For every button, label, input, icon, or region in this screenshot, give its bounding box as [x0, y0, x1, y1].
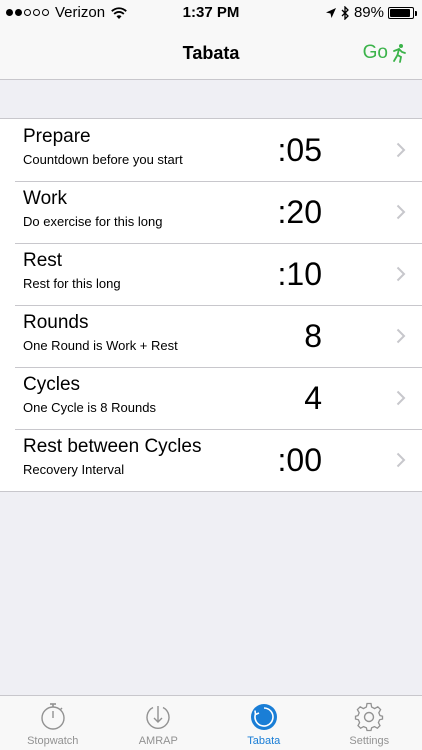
setting-subtitle: Recovery Interval: [23, 462, 125, 477]
tab-label: Tabata: [247, 735, 281, 747]
status-bar: Verizon 1:37 PM 89%: [0, 0, 422, 24]
setting-subtitle: Rest for this long: [23, 276, 121, 291]
setting-subtitle: One Cycle is 8 Rounds: [23, 400, 156, 415]
chevron-right-icon: [396, 204, 406, 220]
go-button-label: Go: [362, 42, 388, 63]
setting-title: Rest between Cycles: [23, 436, 202, 457]
chevron-right-icon: [396, 452, 406, 468]
chevron-right-icon: [396, 142, 406, 158]
tab-label: Stopwatch: [27, 735, 79, 747]
setting-row-cycles[interactable]: Cycles One Cycle is 8 Rounds 4: [0, 367, 422, 429]
setting-row-rest[interactable]: Rest Rest for this long :10: [0, 243, 422, 305]
tab-stopwatch[interactable]: Stopwatch: [0, 696, 106, 750]
tabata-icon: [250, 704, 277, 730]
setting-value: :00: [277, 442, 322, 478]
setting-subtitle: One Round is Work + Rest: [23, 338, 178, 353]
tab-settings[interactable]: Settings: [317, 696, 422, 750]
setting-title: Work: [23, 188, 67, 209]
setting-title: Cycles: [23, 374, 81, 395]
setting-row-prepare[interactable]: Prepare Countdown before you start :05: [0, 119, 422, 181]
setting-value: :20: [277, 194, 322, 230]
setting-row-work[interactable]: Work Do exercise for this long :20: [0, 181, 422, 243]
setting-row-rounds[interactable]: Rounds One Round is Work + Rest 8: [0, 305, 422, 367]
gear-icon: [355, 702, 384, 732]
setting-value: 4: [304, 380, 322, 416]
page-title: Tabata: [182, 43, 240, 63]
setting-row-rest-between-cycles[interactable]: Rest between Cycles Recovery Interval :0…: [0, 429, 422, 491]
setting-title: Rounds: [23, 312, 89, 333]
chevron-right-icon: [396, 390, 406, 406]
running-person-icon: [393, 44, 406, 63]
setting-subtitle: Do exercise for this long: [23, 214, 163, 229]
setting-title: Prepare: [23, 126, 91, 147]
setting-title: Rest: [23, 250, 63, 271]
setting-value: :10: [277, 256, 322, 292]
tab-bar: Stopwatch AMRAP Tabata Settings: [0, 695, 422, 750]
amrap-icon: [146, 706, 170, 729]
setting-value: :05: [277, 132, 322, 168]
tab-label: AMRAP: [138, 735, 178, 747]
tab-amrap[interactable]: AMRAP: [106, 696, 212, 750]
status-right: 89%: [325, 4, 417, 21]
navigation-bar: Tabata Go: [0, 24, 422, 80]
chevron-right-icon: [396, 266, 406, 282]
battery-icon: [388, 6, 417, 19]
setting-subtitle: Countdown before you start: [23, 152, 183, 167]
battery-percentage: 89%: [353, 4, 384, 21]
go-button[interactable]: Go: [363, 42, 408, 64]
chevron-right-icon: [396, 328, 406, 344]
bluetooth-icon: [341, 5, 349, 20]
location-arrow-icon: [325, 7, 336, 18]
tabata-settings-list: Prepare Countdown before you start :05 W…: [0, 118, 422, 492]
stopwatch-icon: [41, 703, 65, 730]
setting-value: 8: [304, 318, 322, 354]
tab-label: Settings: [349, 735, 390, 747]
tab-tabata[interactable]: Tabata: [211, 696, 317, 750]
